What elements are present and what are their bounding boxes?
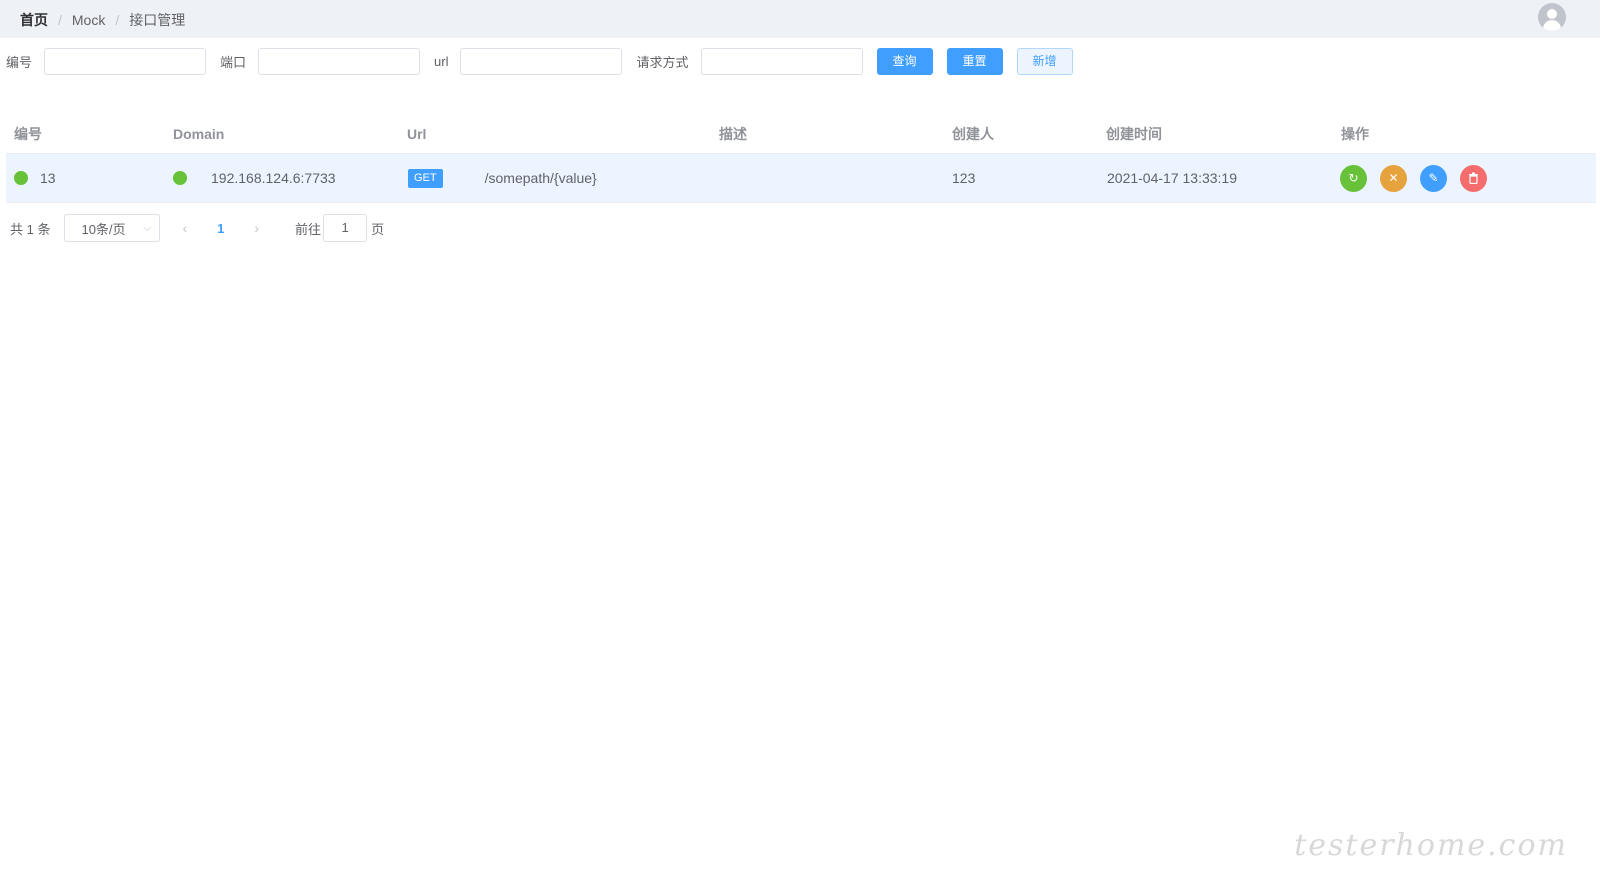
page-size-value: 10条/页 [81,221,126,237]
table-header: 编号 Domain Url 描述 创建人 创建时间 操作 [6,114,1596,154]
pagination: 共 1 条 10条/页 ⌵ ‹ 1 › 前往 1 页 [10,214,384,242]
column-id: 编号 [14,125,42,142]
row-id: 13 [40,170,56,186]
column-description: 描述 [719,125,747,142]
url-input[interactable] [460,48,623,75]
breadcrumb: 首页 / Mock / 接口管理 [20,10,185,30]
top-bar: 首页 / Mock / 接口管理 [0,0,1600,38]
interface-table: 编号 Domain Url 描述 创建人 创建时间 操作 13 192.168.… [6,114,1596,203]
row-created-at: 2021-04-17 13:33:19 [1107,170,1237,186]
filter-bar: 编号 端口 url 请求方式 查询 重置 新增 [6,48,1087,75]
watermark: testerhome.com [1294,828,1568,863]
breadcrumb-mock[interactable]: Mock [72,12,105,28]
table-row[interactable]: 13 192.168.124.6:7733 GET /somepath/{val… [6,154,1596,203]
goto-page-input[interactable]: 1 [323,214,368,242]
port-input[interactable] [258,48,421,75]
page-suffix: 页 [371,221,385,237]
column-creator: 创建人 [952,125,994,142]
column-url: Url [407,125,427,142]
row-actions: ↻ ✕ ✎ [1340,154,1500,202]
row-url: /somepath/{value} [484,170,597,186]
refresh-icon[interactable]: ↻ [1340,164,1367,192]
page-size-select[interactable]: 10条/页 ⌵ [64,214,161,242]
chevron-down-icon: ⌵ [143,221,152,234]
status-dot-icon [14,171,28,185]
method-label: 请求方式 [636,55,689,70]
port-label: 端口 [220,55,247,70]
edit-icon[interactable]: ✎ [1420,164,1447,192]
user-avatar-icon[interactable] [1538,3,1566,31]
breadcrumb-home[interactable]: 首页 [20,10,48,30]
breadcrumb-current: 接口管理 [129,12,186,28]
reset-button[interactable]: 重置 [946,48,1003,75]
total-count: 共 1 条 [10,221,51,237]
column-actions: 操作 [1341,125,1369,142]
method-tag: GET [408,168,443,188]
page-number[interactable]: 1 [217,221,224,236]
prev-page-icon[interactable]: ‹ [182,220,187,236]
method-input[interactable] [700,48,863,75]
column-domain: Domain [173,125,225,142]
next-page-icon[interactable]: › [254,220,259,236]
id-input[interactable] [44,48,207,75]
id-label: 编号 [6,55,33,70]
row-creator: 123 [952,170,976,186]
close-icon[interactable]: ✕ [1380,164,1407,192]
domain-status-dot-icon [173,171,187,185]
query-button[interactable]: 查询 [876,48,933,75]
row-domain: 192.168.124.6:7733 [211,170,336,186]
delete-icon[interactable] [1460,164,1487,192]
add-button[interactable]: 新增 [1016,48,1073,75]
column-created-at: 创建时间 [1106,125,1162,142]
breadcrumb-separator: / [58,12,62,28]
url-label: url [434,54,449,69]
breadcrumb-separator: / [115,12,120,28]
goto-label: 前往 [295,221,322,237]
